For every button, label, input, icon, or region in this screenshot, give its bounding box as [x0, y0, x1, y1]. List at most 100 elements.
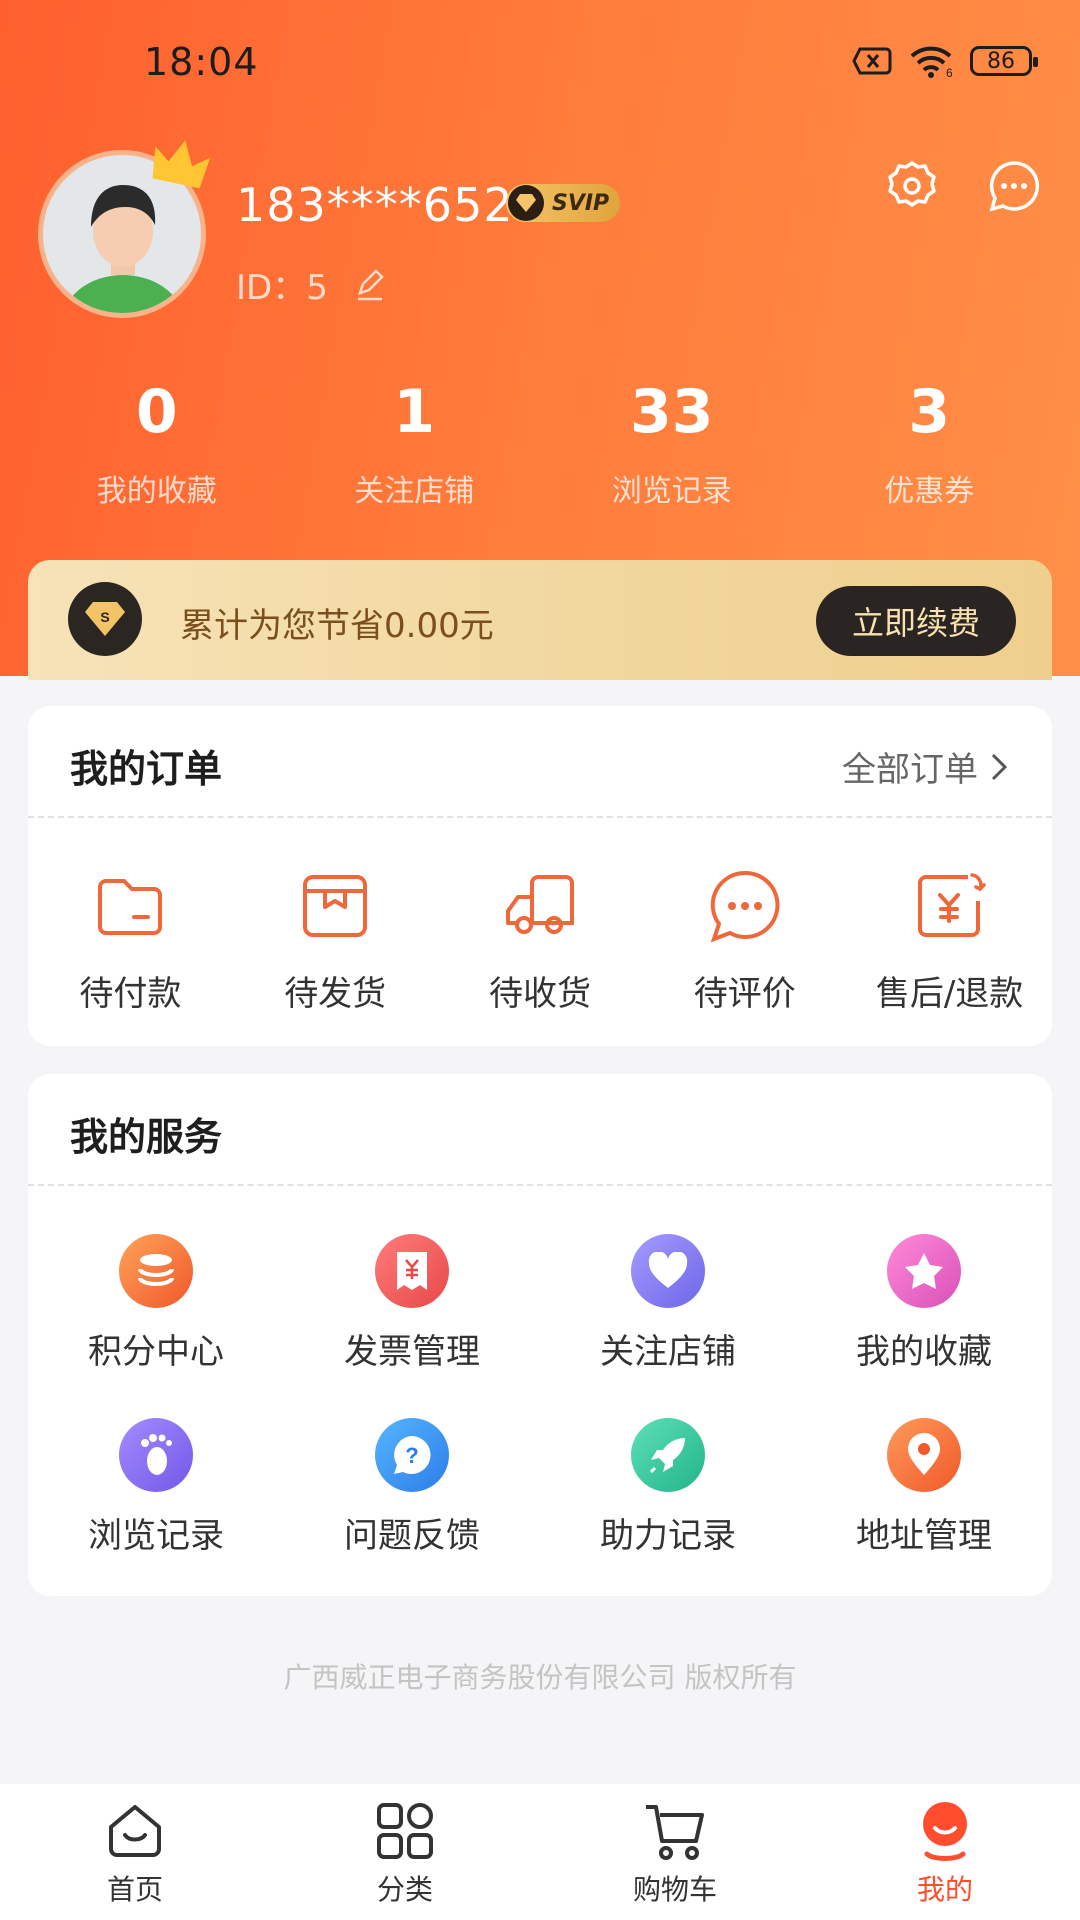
svip-badge: SVIP: [506, 184, 620, 222]
copyright-text: 广西威正电子商务股份有限公司 版权所有: [283, 1661, 797, 1694]
stat-label: 优惠券: [884, 474, 975, 509]
order-label: 售后/退款: [875, 974, 1024, 1014]
stat-favorites[interactable]: 0 我的收藏: [28, 372, 286, 510]
stat-label: 关注店铺: [354, 474, 475, 509]
orders-title: 我的订单: [70, 747, 223, 791]
user-id: ID：5: [236, 260, 386, 309]
stat-value: 1: [393, 377, 436, 447]
edit-icon[interactable]: [354, 268, 386, 301]
message-button[interactable]: [986, 158, 1042, 214]
svip-text: SVIP: [552, 190, 610, 216]
order-after-sales[interactable]: 售后/退款: [847, 866, 1052, 1015]
heart-icon: [631, 1234, 705, 1308]
rocket-icon: [631, 1418, 705, 1492]
stat-value: 3: [908, 377, 951, 447]
wallet-icon: [98, 879, 163, 935]
truck-icon: [505, 875, 574, 934]
tab-category[interactable]: 分类: [270, 1784, 540, 1920]
stat-value: 0: [135, 377, 178, 447]
avatar[interactable]: [38, 140, 211, 318]
coins-icon: [119, 1234, 193, 1308]
bottom-tab-bar: 首页 分类 购物车 我的: [0, 1784, 1080, 1920]
tab-mine[interactable]: 我的: [810, 1784, 1080, 1920]
all-orders-link[interactable]: 全部订单: [842, 742, 1008, 791]
service-label: 关注店铺: [600, 1332, 736, 1372]
stat-coupons[interactable]: 3 优惠券: [801, 372, 1059, 510]
box-icon: [303, 875, 368, 937]
cart-icon: [646, 1805, 704, 1860]
orders-card: 我的订单 全部订单 待付款 待发货 待收货 待评价 售后/退款: [28, 706, 1052, 1046]
service-label: 积分中心: [88, 1332, 224, 1372]
chat-icon: [710, 870, 780, 943]
service-address[interactable]: 地址管理: [796, 1418, 1052, 1602]
star-icon: [887, 1234, 961, 1308]
tab-label: 分类: [376, 1873, 433, 1906]
services-grid: 积分中心 发票管理 关注店铺 我的收藏 浏览记录 ? 问题反馈 助力记录 地址管: [28, 1234, 1052, 1602]
svg-text:?: ?: [405, 1443, 418, 1468]
home-icon: [109, 1805, 161, 1857]
stat-label: 我的收藏: [96, 474, 217, 509]
service-followed-shops[interactable]: 关注店铺: [540, 1234, 796, 1418]
vip-savings-text: 累计为您节省0.00元: [180, 606, 494, 646]
service-invoice[interactable]: 发票管理: [284, 1234, 540, 1418]
tab-cart[interactable]: 购物车: [540, 1784, 810, 1920]
services-title: 我的服务: [70, 1115, 223, 1159]
all-orders-label: 全部订单: [842, 750, 978, 790]
footprint-icon: [119, 1418, 193, 1492]
service-browse-history[interactable]: 浏览记录: [28, 1418, 284, 1602]
settings-button[interactable]: [884, 158, 940, 214]
services-card: 我的服务 积分中心 发票管理 关注店铺 我的收藏 浏览记录 ? 问题反馈 助力记…: [28, 1074, 1052, 1596]
service-label: 问题反馈: [344, 1516, 480, 1556]
stat-history[interactable]: 33 浏览记录: [543, 372, 801, 510]
order-pending-payment[interactable]: 待付款: [28, 866, 233, 1015]
renew-button[interactable]: 立即续费: [816, 586, 1016, 656]
crown-icon: [152, 140, 211, 189]
diamond-icon: [508, 185, 544, 221]
services-divider: [28, 1184, 1052, 1186]
grid-icon: [377, 1803, 433, 1859]
stats-row: 0 我的收藏 1 关注店铺 33 浏览记录 3 优惠券: [28, 372, 1058, 510]
chat-bubble-icon: [989, 161, 1040, 212]
service-label: 浏览记录: [88, 1516, 224, 1556]
invoice-icon: [375, 1234, 449, 1308]
location-icon: [887, 1418, 961, 1492]
user-id-value: 5: [306, 268, 328, 308]
status-icons: 6 86: [852, 44, 1038, 78]
user-phone: 183****6524: [236, 178, 544, 232]
service-assist-records[interactable]: 助力记录: [540, 1418, 796, 1602]
service-feedback[interactable]: ? 问题反馈: [284, 1418, 540, 1602]
wifi-icon: 6: [910, 46, 953, 78]
stat-followed-shops[interactable]: 1 关注店铺: [286, 372, 544, 510]
vip-diamond-icon: S: [68, 582, 142, 656]
service-label: 我的收藏: [856, 1332, 992, 1372]
orders-divider: [28, 816, 1052, 818]
refund-icon: [917, 873, 986, 937]
chevron-right-icon: [991, 753, 1008, 780]
battery-indicator: 86: [970, 46, 1038, 76]
order-pending-receipt[interactable]: 待收货: [438, 866, 643, 1015]
order-label: 待发货: [284, 974, 387, 1014]
tab-home[interactable]: 首页: [0, 1784, 270, 1920]
question-icon: ?: [375, 1418, 449, 1492]
order-label: 待评价: [693, 974, 796, 1014]
user-id-label: ID：: [236, 268, 307, 308]
service-favorites[interactable]: 我的收藏: [796, 1234, 1052, 1418]
status-bar: 18:04 6 86: [0, 0, 1080, 104]
status-time: 18:04: [144, 40, 259, 84]
stat-value: 33: [630, 377, 714, 447]
stat-label: 浏览记录: [611, 474, 732, 509]
sim-off-icon: [852, 47, 892, 75]
service-label: 助力记录: [600, 1516, 736, 1556]
service-points-center[interactable]: 积分中心: [28, 1234, 284, 1418]
order-pending-shipment[interactable]: 待发货: [233, 866, 438, 1015]
svg-text:S: S: [100, 609, 109, 625]
order-pending-review[interactable]: 待评价: [642, 866, 847, 1015]
tab-label: 购物车: [632, 1873, 717, 1906]
tab-label: 首页: [106, 1873, 163, 1906]
gear-icon: [888, 161, 936, 207]
tab-label: 我的: [916, 1873, 973, 1906]
svg-text:6: 6: [946, 66, 953, 78]
order-label: 待付款: [79, 974, 182, 1014]
order-label: 待收货: [488, 974, 591, 1014]
service-label: 发票管理: [344, 1332, 480, 1372]
